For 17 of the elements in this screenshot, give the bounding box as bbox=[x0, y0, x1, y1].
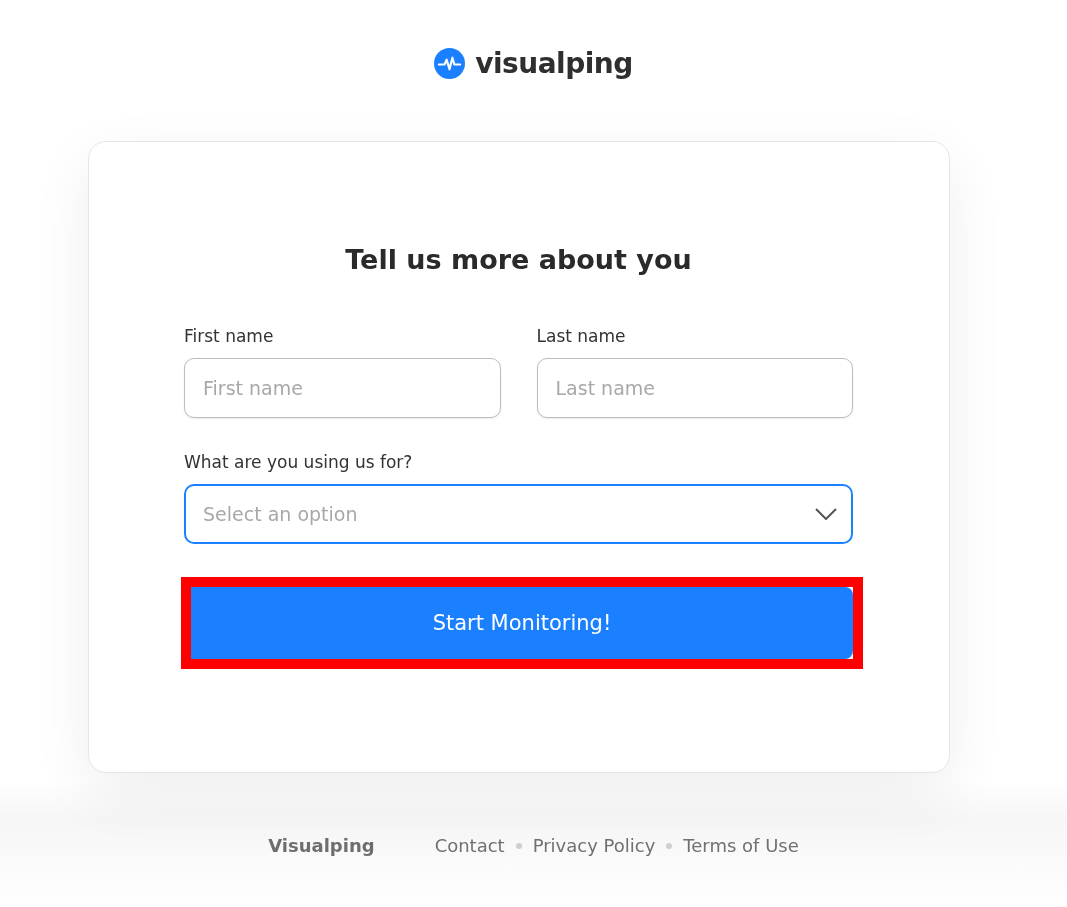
field-label: What are you using us for? bbox=[184, 451, 414, 474]
footer-link[interactable]: Terms of Use bbox=[683, 835, 799, 856]
start-monitoring-button[interactable]: Start Monitoring! bbox=[191, 587, 853, 659]
input-field[interactable]: First name bbox=[184, 358, 501, 418]
footer-link[interactable]: Contact bbox=[434, 835, 505, 856]
field-label: First name bbox=[184, 325, 275, 348]
separator-dot bbox=[515, 842, 522, 849]
separator-dot bbox=[666, 842, 673, 849]
chevron-down-icon bbox=[815, 508, 837, 520]
footer-brand: Visualping bbox=[268, 835, 375, 856]
field-label: Last name bbox=[536, 325, 627, 348]
logo-text: visualping bbox=[475, 46, 633, 80]
pulse-icon bbox=[434, 47, 466, 79]
input-field[interactable]: Last name bbox=[536, 358, 853, 418]
form-title: Tell us more about you bbox=[344, 243, 693, 277]
footer-link[interactable]: Privacy Policy bbox=[532, 835, 656, 856]
select-dropdown[interactable]: Select an option bbox=[184, 484, 853, 544]
